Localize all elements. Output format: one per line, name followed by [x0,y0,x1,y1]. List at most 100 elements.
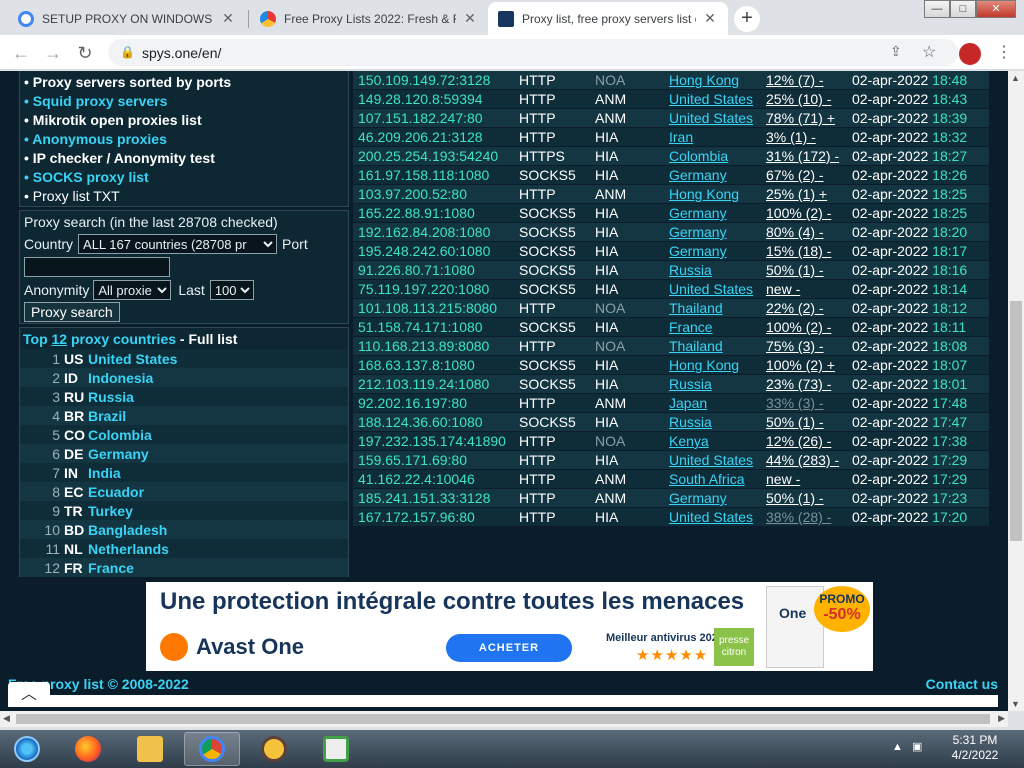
system-clock[interactable]: 5:31 PM 4/2/2022 [938,733,1012,763]
link-mikrotik-proxies[interactable]: • Mikrotik open proxies list [20,111,348,130]
minimize-button[interactable]: — [924,0,950,18]
tab-setup-proxy[interactable]: SETUP PROXY ON WINDOWS - C ✕ [8,2,246,35]
proxy-country-link[interactable]: United States [669,451,766,469]
proxy-address[interactable]: 200.25.254.193:54240 [353,147,519,165]
proxy-country-link[interactable]: Hong Kong [669,185,766,203]
proxy-country-link[interactable]: Russia [669,375,766,393]
proxy-address[interactable]: 167.172.157.96:80 [353,508,519,526]
proxy-uptime-link[interactable]: 25% (10) - [766,90,852,108]
proxy-country-link[interactable]: Germany [669,242,766,260]
link-proxy-list-txt[interactable]: • Proxy list TXT [20,187,348,206]
scroll-left-arrow-icon[interactable]: ◀ [3,713,10,724]
proxy-address[interactable]: 197.232.135.174:41890 [353,432,519,450]
link-proxy-by-ports[interactable]: • Proxy servers sorted by ports [20,73,348,92]
proxy-uptime-link[interactable]: new - [766,470,852,488]
proxy-uptime-link[interactable]: 12% (7) - [766,71,852,89]
port-input[interactable] [24,257,170,277]
link-anonymous-proxies[interactable]: • Anonymous proxies [20,130,348,149]
country-link[interactable]: Netherlands [88,541,169,557]
proxy-address[interactable]: 41.162.22.4:10046 [353,470,519,488]
proxy-country-link[interactable]: Kenya [669,432,766,450]
proxy-uptime-link[interactable]: 100% (2) - [766,204,852,222]
link-socks-proxy[interactable]: • SOCKS proxy list [20,168,348,187]
country-list-item[interactable]: 4 BR Brazil [20,406,348,425]
proxy-uptime-link[interactable]: 3% (1) - [766,128,852,146]
proxy-uptime-link[interactable]: 67% (2) - [766,166,852,184]
vertical-scroll-thumb[interactable] [1010,301,1022,541]
tab-free-proxy-lists[interactable]: Free Proxy Lists 2022: Fresh & Fa ✕ [250,2,488,35]
proxy-country-link[interactable]: Thailand [669,337,766,355]
scroll-right-arrow-icon[interactable]: ▶ [998,713,1005,724]
top-count-link[interactable]: 12 [52,331,68,347]
proxy-uptime-link[interactable]: 38% (28) - [766,508,852,526]
taskbar-app[interactable] [308,732,364,766]
share-icon[interactable]: ⇪ [890,43,902,60]
reload-button[interactable]: ↻ [74,42,96,64]
profile-avatar[interactable] [958,42,982,66]
proxy-uptime-link[interactable]: new - [766,280,852,298]
proxy-address[interactable]: 101.108.113.215:8080 [353,299,519,317]
proxy-country-link[interactable]: Thailand [669,299,766,317]
proxy-address[interactable]: 107.151.182.247:80 [353,109,519,127]
link-squid-proxy[interactable]: • Squid proxy servers [20,92,348,111]
proxy-address[interactable]: 51.158.74.171:1080 [353,318,519,336]
chrome-menu-icon[interactable]: ⋮ [996,42,1012,62]
proxy-country-link[interactable]: United States [669,508,766,526]
scroll-up-arrow-icon[interactable]: ▲ [1011,73,1020,83]
close-tab-icon[interactable]: ✕ [220,10,236,27]
new-tab-button[interactable]: + [734,6,760,32]
proxy-country-link[interactable]: Hong Kong [669,71,766,89]
proxy-address[interactable]: 75.119.197.220:1080 [353,280,519,298]
proxy-address[interactable]: 103.97.200.52:80 [353,185,519,203]
proxy-country-link[interactable]: South Africa [669,470,766,488]
proxy-address[interactable]: 91.226.80.71:1080 [353,261,519,279]
proxy-address[interactable]: 192.162.84.208:1080 [353,223,519,241]
tab-proxy-list[interactable]: Proxy list, free proxy servers list o ✕ [488,2,728,35]
country-link[interactable]: Bangladesh [88,522,167,538]
proxy-uptime-link[interactable]: 33% (3) - [766,394,852,412]
proxy-country-link[interactable]: Colombia [669,147,766,165]
start-button[interactable] [0,732,54,766]
proxy-country-link[interactable]: United States [669,280,766,298]
country-link[interactable]: Indonesia [88,370,153,386]
close-tab-icon[interactable]: ✕ [462,10,478,27]
proxy-address[interactable]: 150.109.149.72:3128 [353,71,519,89]
proxy-country-link[interactable]: Russia [669,261,766,279]
proxy-country-link[interactable]: Germany [669,166,766,184]
proxy-uptime-link[interactable]: 12% (26) - [766,432,852,450]
proxy-uptime-link[interactable]: 100% (2) - [766,318,852,336]
country-list-item[interactable]: 8 EC Ecuador [20,482,348,501]
proxy-address[interactable]: 188.124.36.60:1080 [353,413,519,431]
proxy-search-button[interactable]: Proxy search [24,302,120,322]
country-list-item[interactable]: 3 RU Russia [20,387,348,406]
proxy-uptime-link[interactable]: 50% (1) - [766,489,852,507]
country-list-item[interactable]: 2 ID Indonesia [20,368,348,387]
scroll-up-button[interactable]: ︿ [8,682,50,706]
proxy-country-link[interactable]: Japan [669,394,766,412]
proxy-country-link[interactable]: Germany [669,489,766,507]
proxy-country-link[interactable]: Russia [669,413,766,431]
bookmark-star-icon[interactable]: ☆ [922,42,936,62]
proxy-address[interactable]: 46.209.206.21:3128 [353,128,519,146]
back-button[interactable]: ← [10,42,32,64]
country-list-item[interactable]: 5 CO Colombia [20,425,348,444]
url-text[interactable]: spys.one/en/ [142,45,221,61]
country-link[interactable]: United States [88,351,177,367]
country-list-item[interactable]: 11 NL Netherlands [20,539,348,558]
proxy-uptime-link[interactable]: 50% (1) - [766,261,852,279]
avast-ad-banner[interactable]: Une protection intégrale contre toutes l… [146,582,873,671]
proxy-uptime-link[interactable]: 23% (73) - [766,375,852,393]
proxy-address[interactable]: 110.168.213.89:8080 [353,337,519,355]
proxy-address[interactable]: 168.63.137.8:1080 [353,356,519,374]
vertical-scrollbar[interactable]: ▲ ▼ [1008,71,1024,711]
taskbar-keepass[interactable] [246,732,302,766]
proxy-uptime-link[interactable]: 44% (283) - [766,451,852,469]
maximize-button[interactable]: □ [950,0,976,18]
country-link[interactable]: Turkey [88,503,133,519]
buy-button[interactable]: ACHETER [446,634,572,662]
country-list-item[interactable]: 6 DE Germany [20,444,348,463]
proxy-address[interactable]: 161.97.158.118:1080 [353,166,519,184]
country-list-item[interactable]: 9 TR Turkey [20,501,348,520]
scroll-down-arrow-icon[interactable]: ▼ [1011,699,1020,709]
country-link[interactable]: Ecuador [88,484,144,500]
